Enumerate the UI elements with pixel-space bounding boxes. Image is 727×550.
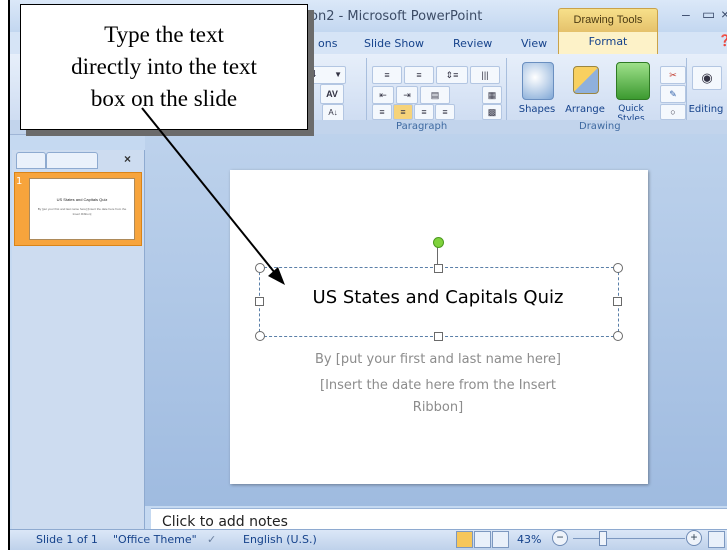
thumbnail-title: US States and Capitals Quiz xyxy=(56,197,108,202)
zoom-slider-track[interactable] xyxy=(573,538,685,539)
zoom-level: 43% xyxy=(517,533,542,546)
rotation-handle[interactable] xyxy=(433,237,444,248)
arrange-label[interactable]: Arrange xyxy=(562,104,608,115)
shapes-label[interactable]: Shapes xyxy=(512,104,562,115)
bullets-button[interactable]: ≡ xyxy=(372,66,402,84)
resize-handle[interactable] xyxy=(434,264,443,273)
align-right-icon[interactable]: ≡ xyxy=(414,104,434,120)
callout-line: box on the slide xyxy=(90,86,238,111)
binoculars-icon[interactable]: ◉ xyxy=(692,66,722,90)
group-drawing[interactable]: Drawing xyxy=(579,121,621,132)
increase-indent-icon[interactable]: ⇥ xyxy=(396,86,418,104)
minimize-icon[interactable]: – xyxy=(682,6,690,22)
align-left-icon[interactable]: ≡ xyxy=(372,104,392,120)
slide-number: 1 xyxy=(16,176,23,187)
slides-tab-icon[interactable] xyxy=(16,152,46,169)
callout-line: Type the text xyxy=(104,22,224,47)
thumbnail-subtitle: By [put your first and last name here] [… xyxy=(37,207,127,216)
fit-to-window-icon[interactable] xyxy=(708,531,725,548)
columns-button[interactable]: ||| xyxy=(470,66,500,84)
slide-sorter-icon[interactable] xyxy=(474,531,491,548)
close-icon[interactable]: × xyxy=(124,152,131,166)
justify-icon[interactable]: ≡ xyxy=(435,104,455,120)
slide-subtitle-line[interactable]: [Insert the date here from the Insert xyxy=(266,378,610,393)
slide-show-icon[interactable] xyxy=(492,531,509,548)
panel-tabs xyxy=(14,152,140,169)
drawing-tools-context-tab: Drawing Tools xyxy=(558,8,658,33)
character-spacing-button[interactable]: AV xyxy=(320,84,344,104)
callout-line: directly into the text xyxy=(71,54,257,79)
tab-format[interactable]: Format xyxy=(558,32,658,55)
chevron-down-icon: ▼ xyxy=(334,70,342,79)
language[interactable]: English (U.S.) xyxy=(243,533,317,546)
shape-fill-icon[interactable]: ✂ xyxy=(660,66,686,84)
shapes-icon[interactable] xyxy=(522,62,554,100)
zoom-in-icon[interactable]: + xyxy=(686,530,702,546)
zoom-out-icon[interactable]: − xyxy=(552,530,568,546)
resize-handle[interactable] xyxy=(613,331,623,341)
instruction-callout: Type the text directly into the text box… xyxy=(20,4,308,130)
tab-view[interactable]: View xyxy=(521,37,547,50)
shape-effects-icon[interactable]: ○ xyxy=(660,104,686,120)
help-icon[interactable]: ❓ xyxy=(718,34,727,47)
numbering-button[interactable]: ≡ xyxy=(404,66,434,84)
theme-name[interactable]: "Office Theme" xyxy=(113,533,197,546)
decrease-indent-icon[interactable]: ⇤ xyxy=(372,86,394,104)
window-title: on2 - Microsoft PowerPoint xyxy=(310,9,483,24)
slide-subtitle-line[interactable]: Ribbon] xyxy=(266,400,610,415)
slide-subtitle-line[interactable]: By [put your first and last name here] xyxy=(266,352,610,367)
align-text-icon[interactable]: ▦ xyxy=(482,86,502,104)
quick-styles-icon[interactable] xyxy=(616,62,650,100)
notes-placeholder[interactable]: Click to add notes xyxy=(162,514,288,530)
line-spacing-button[interactable]: ⇕≡ xyxy=(436,66,468,84)
slide-counter: Slide 1 of 1 xyxy=(36,533,98,546)
group-paragraph[interactable]: Paragraph xyxy=(396,121,447,132)
close-icon[interactable]: × xyxy=(721,6,727,22)
tab-slide-show[interactable]: Slide Show xyxy=(364,37,424,50)
arrange-icon[interactable] xyxy=(573,66,599,94)
tab-review[interactable]: Review xyxy=(453,37,492,50)
resize-handle[interactable] xyxy=(434,332,443,341)
normal-view-icon[interactable] xyxy=(456,531,473,548)
tab-design[interactable]: ons xyxy=(318,37,337,50)
maximize-icon[interactable]: ▭ xyxy=(702,6,715,23)
editing-label[interactable]: Editing xyxy=(686,104,726,115)
resize-handle[interactable] xyxy=(613,263,623,273)
shape-outline-icon[interactable]: ✎ xyxy=(660,85,686,103)
resize-handle[interactable] xyxy=(255,263,265,273)
smartart-icon[interactable]: ▩ xyxy=(482,104,502,120)
resize-handle[interactable] xyxy=(255,331,265,341)
text-direction-button[interactable]: ▤ xyxy=(420,86,450,104)
slide-title[interactable]: US States and Capitals Quiz xyxy=(259,287,617,308)
zoom-slider-handle[interactable] xyxy=(599,531,607,546)
align-center-icon[interactable]: ≡ xyxy=(393,104,413,120)
outline-tab-icon[interactable] xyxy=(46,152,98,169)
slide-thumbnail[interactable]: US States and Capitals Quiz By [put your… xyxy=(29,178,135,240)
spellcheck-icon[interactable]: ✓ xyxy=(207,533,216,546)
font-size-select[interactable]: 44 ▼ xyxy=(302,66,346,84)
callout-text: Type the text directly into the text box… xyxy=(21,19,307,115)
